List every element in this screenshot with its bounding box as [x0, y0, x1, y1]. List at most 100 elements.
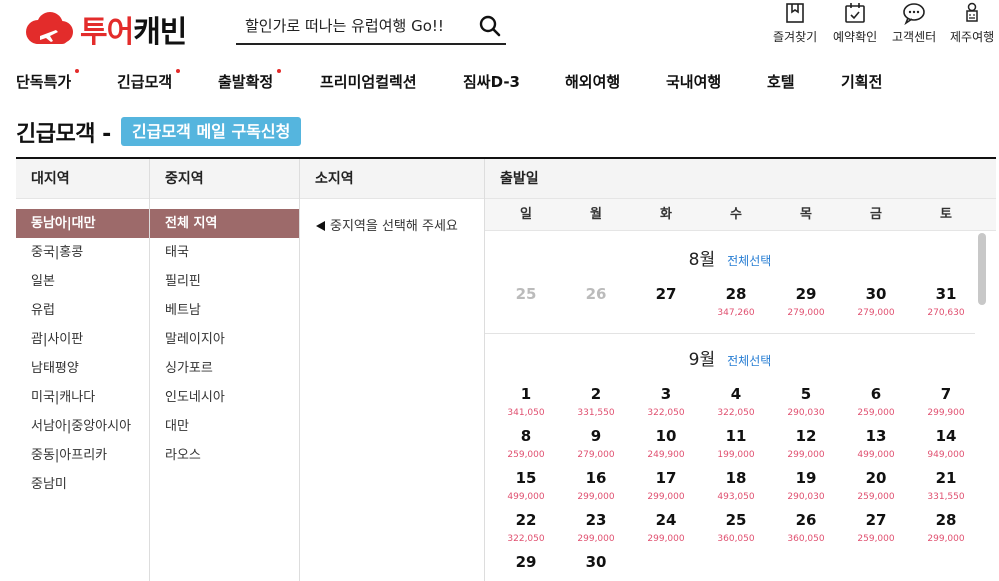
major-region-item[interactable]: 미국|캐나다 [16, 383, 149, 412]
scrollbar-thumb[interactable] [978, 233, 986, 305]
subscribe-button[interactable]: 긴급모객 메일 구독신청 [121, 117, 302, 146]
nav-exclusive[interactable]: 단독특가 [16, 69, 80, 92]
util-reservation-label: 예약확인 [833, 30, 878, 44]
weekday-label: 화 [660, 207, 672, 222]
search-icon[interactable] [478, 14, 502, 38]
calendar-day[interactable]: 10 249,900 [631, 427, 701, 460]
calendar-day: 26 [561, 285, 631, 303]
calendar-day[interactable]: 12 299,000 [771, 427, 841, 460]
nav-special[interactable]: 기획전 [841, 71, 882, 92]
calendar-day[interactable]: 6 259,000 [841, 385, 911, 418]
middle-region-item[interactable]: 인도네시아 [150, 383, 299, 412]
day-price: 331,550 [577, 408, 615, 418]
calendar-day[interactable]: 16 299,000 [561, 469, 631, 502]
util-jeju[interactable]: 제주여행 [950, 0, 994, 45]
util-reservation[interactable]: 예약확인 [833, 0, 877, 45]
calendar-day[interactable]: 15 499,000 [491, 469, 561, 502]
nav-overseas[interactable]: 해외여행 [565, 71, 620, 92]
logo[interactable]: 투어캐빈 [20, 7, 187, 51]
major-region-item[interactable]: 유럽 [16, 296, 149, 325]
middle-region-item[interactable]: 말레이지아 [150, 325, 299, 354]
day-price: 299,000 [647, 534, 685, 544]
major-region-item[interactable]: 중동|아프리카 [16, 441, 149, 470]
logo-cloud-icon [20, 10, 76, 48]
day-number: 7 [940, 385, 952, 403]
day-number: 27 [865, 511, 887, 529]
calendar-day[interactable]: 14 949,000 [911, 427, 981, 460]
calendar-day[interactable]: 19 290,030 [771, 469, 841, 502]
middle-region-item[interactable]: 필리핀 [150, 267, 299, 296]
calendar-scrollbar[interactable] [975, 231, 988, 581]
calendar-day[interactable]: 23 299,000 [561, 511, 631, 544]
minor-region-column: 소지역 중지역을 선택해 주세요 [300, 159, 485, 581]
calendar-day[interactable]: 3 322,050 [631, 385, 701, 418]
nav-hotel[interactable]: 호텔 [767, 71, 795, 92]
day-number: 25 [515, 285, 537, 303]
major-region-item[interactable]: 중남미 [16, 470, 149, 499]
day-number: 17 [655, 469, 677, 487]
month-separator [485, 333, 975, 334]
middle-region-item[interactable]: 라오스 [150, 441, 299, 470]
select-all-link[interactable]: 전체선택 [727, 354, 771, 368]
calendar-day[interactable]: 27 [631, 285, 701, 303]
select-all-link[interactable]: 전체선택 [727, 254, 771, 268]
month-header: 8월 전체선택 [485, 245, 975, 270]
calendar-day[interactable]: 5 290,030 [771, 385, 841, 418]
util-bookmark[interactable]: 즐겨찾기 [773, 0, 817, 45]
day-number: 6 [870, 385, 882, 403]
day-number: 29 [515, 553, 537, 571]
calendar-day[interactable]: 29 279,000 [771, 285, 841, 318]
calendar-day[interactable]: 22 322,050 [491, 511, 561, 544]
major-region-item[interactable]: 동남아|대만 [16, 209, 149, 238]
calendar-day[interactable]: 21 331,550 [911, 469, 981, 502]
new-dot [176, 69, 181, 73]
calendar-day[interactable]: 1 341,050 [491, 385, 561, 418]
nav-confirmed[interactable]: 출발확정 [218, 69, 282, 92]
nav-urgent[interactable]: 긴급모객 [117, 69, 181, 92]
nav-d3[interactable]: 짐싸D-3 [463, 71, 520, 92]
calendar-day[interactable]: 25 360,050 [701, 511, 771, 544]
major-region-item[interactable]: 일본 [16, 267, 149, 296]
weekday-label: 일 [520, 207, 532, 222]
major-region-item[interactable]: 괌|사이판 [16, 325, 149, 354]
day-price: 299,000 [577, 534, 615, 544]
major-region-item[interactable]: 남태평양 [16, 354, 149, 383]
calendar-day: 25 [491, 285, 561, 303]
calendar-day[interactable]: 9 279,000 [561, 427, 631, 460]
nav-exclusive-label: 단독특가 [16, 73, 72, 91]
calendar-day[interactable]: 29 [491, 553, 561, 571]
search-input[interactable] [236, 16, 466, 35]
major-region-item[interactable]: 서남아|중앙아시아 [16, 412, 149, 441]
middle-region-item[interactable]: 싱가포르 [150, 354, 299, 383]
calendar-day[interactable]: 27 259,000 [841, 511, 911, 544]
calendar-day[interactable]: 2 331,550 [561, 385, 631, 418]
util-customer-center[interactable]: 고객센터 [892, 0, 936, 45]
calendar-day[interactable]: 28 299,000 [911, 511, 981, 544]
nav-domestic[interactable]: 국내여행 [666, 71, 721, 92]
nav-premium[interactable]: 프리미엄컬렉션 [320, 71, 417, 92]
calendar-day[interactable]: 18 493,050 [701, 469, 771, 502]
middle-region-item[interactable]: 베트남 [150, 296, 299, 325]
middle-region-item[interactable]: 대만 [150, 412, 299, 441]
day-price: 299,000 [927, 534, 965, 544]
middle-region-item[interactable]: 전체 지역 [150, 209, 299, 238]
calendar-day[interactable]: 20 259,000 [841, 469, 911, 502]
day-price: 270,630 [927, 308, 965, 318]
middle-region-item[interactable]: 태국 [150, 238, 299, 267]
calendar-day[interactable]: 13 499,000 [841, 427, 911, 460]
calendar-day[interactable]: 17 299,000 [631, 469, 701, 502]
calendar-day[interactable]: 30 279,000 [841, 285, 911, 318]
major-region-item[interactable]: 중국|홍콩 [16, 238, 149, 267]
calendar-day[interactable]: 31 270,630 [911, 285, 981, 318]
calendar-day[interactable]: 26 360,050 [771, 511, 841, 544]
calendar-day[interactable]: 24 299,000 [631, 511, 701, 544]
calendar-day[interactable]: 7 299,900 [911, 385, 981, 418]
calendar-day[interactable]: 30 [561, 553, 631, 571]
day-price: 360,050 [717, 534, 755, 544]
calendar-day[interactable]: 28 347,260 [701, 285, 771, 318]
page-title: 긴급모객 - [16, 122, 111, 147]
calendar-day[interactable]: 8 259,000 [491, 427, 561, 460]
calendar-day[interactable]: 4 322,050 [701, 385, 771, 418]
day-number: 24 [655, 511, 677, 529]
calendar-day[interactable]: 11 199,000 [701, 427, 771, 460]
